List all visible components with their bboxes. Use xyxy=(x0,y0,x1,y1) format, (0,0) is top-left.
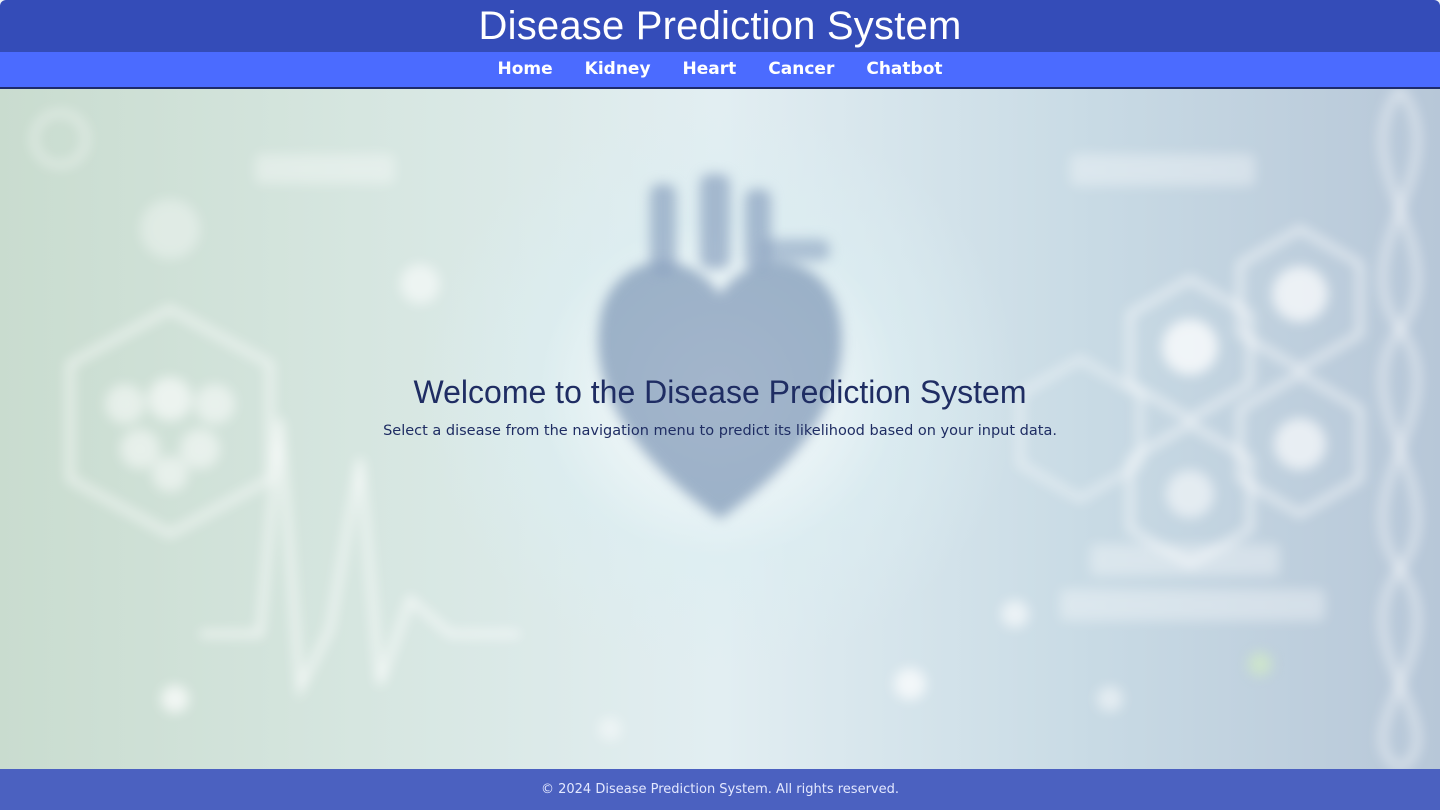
nav-home[interactable]: Home xyxy=(482,51,569,88)
welcome-subtitle: Select a disease from the navigation men… xyxy=(383,423,1057,439)
nav-cancer[interactable]: Cancer xyxy=(752,51,850,88)
main-nav: Home Kidney Heart Cancer Chatbot xyxy=(0,52,1440,89)
welcome-heading: Welcome to the Disease Prediction System xyxy=(413,374,1027,410)
hero-section: Welcome to the Disease Prediction System… xyxy=(0,89,1440,769)
site-title: Disease Prediction System xyxy=(478,3,962,48)
welcome-block: Welcome to the Disease Prediction System… xyxy=(0,374,1440,439)
nav-chatbot[interactable]: Chatbot xyxy=(850,51,958,88)
copyright-text: © 2024 Disease Prediction System. All ri… xyxy=(540,782,899,797)
site-header: Disease Prediction System xyxy=(0,0,1440,52)
nav-heart[interactable]: Heart xyxy=(667,51,753,88)
nav-kidney[interactable]: Kidney xyxy=(569,51,667,88)
site-footer: © 2024 Disease Prediction System. All ri… xyxy=(0,769,1440,810)
